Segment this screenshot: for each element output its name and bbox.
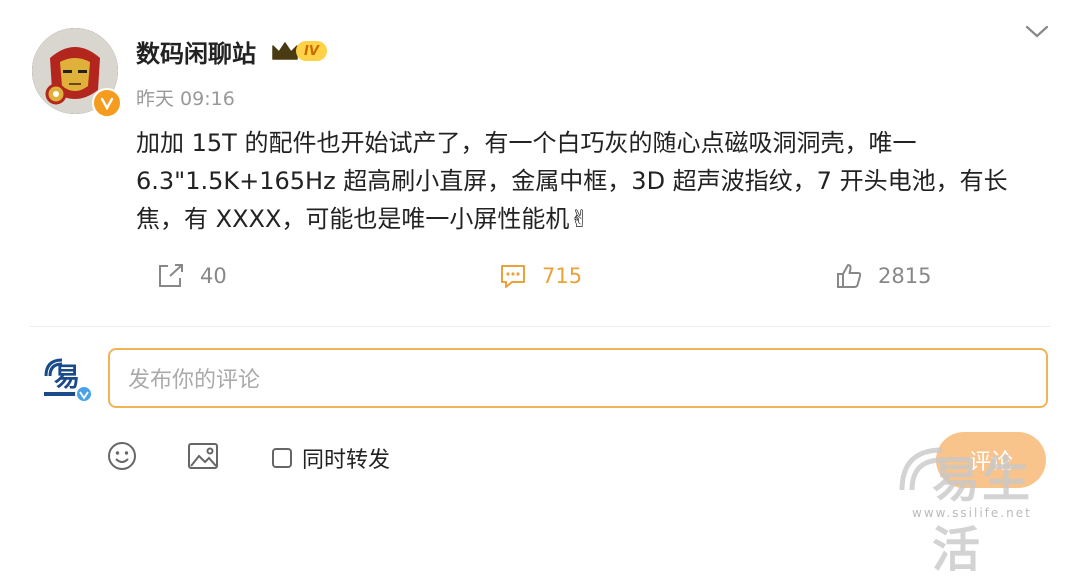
comment-count: 715 (542, 264, 583, 288)
checkbox-box[interactable] (272, 448, 292, 468)
verified-badge (92, 88, 122, 118)
thumb-up-icon (837, 264, 862, 288)
comment-button[interactable]: 715 (498, 258, 582, 294)
comment-input-placeholder: 发布你的评论 (128, 368, 261, 393)
repost-icon (159, 264, 183, 287)
current-user-avatar[interactable]: 易 (40, 354, 96, 404)
emoji-icon (108, 442, 136, 470)
user-logo-avatar: 易 (44, 358, 93, 403)
post-text: 加加 15T 的配件也开始试产了，有一个白巧灰的随心点磁吸洞洞壳，唯一 6.3"… (136, 124, 1008, 238)
repost-together-label: 同时转发 (302, 448, 391, 473)
level-label: IV (296, 41, 327, 61)
comment-icon (501, 265, 525, 288)
user-level-badge[interactable]: IV (270, 38, 327, 64)
post-text-line: 加加 15T 的配件也开始试产了，有一个白巧灰的随心点磁吸洞洞壳，唯一 (136, 129, 917, 157)
repost-count: 40 (200, 264, 227, 288)
site-watermark: 易生活 www.ssilife.net (892, 420, 1080, 578)
chevron-down-icon (1025, 25, 1049, 38)
author-name[interactable]: 数码闲聊站 (136, 34, 256, 69)
like-count: 2815 (878, 264, 932, 288)
comment-input[interactable]: 发布你的评论 (108, 348, 1048, 408)
verified-v-icon (100, 97, 114, 110)
repost-together-checkbox[interactable]: 同时转发 (272, 442, 390, 474)
post-text-line: 焦，有 XXXX，可能也是唯一小屏性能机✌ (136, 205, 590, 233)
watermark-url: www.ssilife.net (912, 506, 1032, 520)
post-text-line: 6.3"1.5K+165Hz 超高刷小直屏，金属中框，3D 超声波指纹，7 开头… (136, 167, 1008, 195)
image-icon (188, 443, 218, 469)
repost-button[interactable]: 40 (156, 258, 227, 294)
emoji-button[interactable] (106, 440, 138, 472)
section-divider (30, 326, 1050, 327)
post-menu-button[interactable] (1024, 24, 1050, 44)
post-timestamp: 昨天 09:16 (136, 88, 235, 110)
image-button[interactable] (186, 440, 220, 472)
svg-text:易: 易 (54, 363, 80, 393)
like-button[interactable]: 2815 (834, 258, 931, 294)
